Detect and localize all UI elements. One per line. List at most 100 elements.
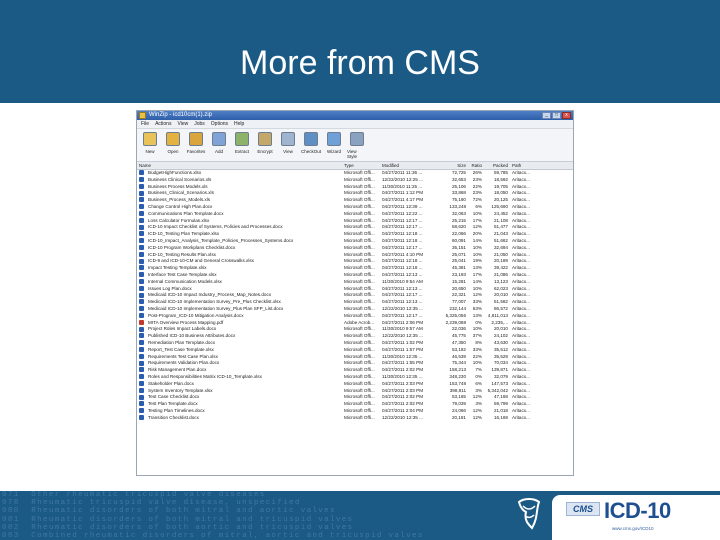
column-type[interactable]: Type — [342, 162, 380, 169]
table-row[interactable]: Risk Management Plan.docx Microsoft Offi.… — [137, 367, 573, 374]
file-type-cell: Microsoft Offi... — [344, 231, 375, 237]
file-size-cell: 45,775 — [451, 333, 466, 339]
file-ratio-cell: 72% — [472, 197, 482, 203]
minimize-button[interactable]: _ — [542, 112, 551, 119]
file-icon — [139, 326, 144, 332]
column-name[interactable]: Name — [137, 162, 342, 169]
table-row[interactable]: ICD-9 and ICD-10-CM and General Crosswal… — [137, 258, 573, 265]
table-row[interactable]: Communications Plan Template.docx Microso… — [137, 211, 573, 218]
table-row[interactable]: Roles and Responsibilities Matrix ICD-10… — [137, 374, 573, 381]
table-row[interactable]: Business Clinical Scenarios.xls Microsoft… — [137, 177, 573, 184]
file-path-cell: Aritacx... — [512, 326, 530, 332]
table-row[interactable]: MITA Overview Process Mapping.pdf Adobe A… — [137, 320, 573, 327]
icd-code-line: 081 Rheumatic disorders of both mitral a… — [2, 515, 354, 524]
file-packed-cell: 20,125 — [493, 197, 508, 203]
table-row[interactable]: Testing Plan Timelines.docx Microsoft Off… — [137, 408, 573, 415]
toolbar-favorites-button[interactable]: Favorites — [186, 131, 206, 159]
file-size-cell: 32,653 — [451, 176, 466, 182]
file-name: Risk Management Plan.docx — [148, 367, 207, 373]
menu-options[interactable]: Options — [211, 120, 228, 128]
toolbar-new-archive-button[interactable]: New — [140, 131, 160, 159]
file-name: Testing Plan Timelines.docx — [148, 407, 205, 413]
table-row[interactable]: Post-Program_ICD-10 Mitigation Analysis.… — [137, 313, 573, 320]
toolbar-add-button[interactable]: Add — [209, 131, 229, 159]
menu-actions[interactable]: Actions — [155, 120, 171, 128]
table-row[interactable]: Stakeholder Plan.docx Microsoft Offi... 04… — [137, 381, 573, 388]
table-row[interactable]: Medicaid ICD-10 Implementation Survey_Pl… — [137, 306, 573, 313]
file-name: Medicaid ICD-10 Implementation Survey_Pr… — [148, 299, 281, 305]
file-name: System Inventory Template.xlsx — [148, 387, 213, 393]
file-ratio-cell: 12% — [472, 394, 482, 400]
table-row[interactable]: Remediation Plan Template.docx Microsoft … — [137, 340, 573, 347]
file-packed-cell: 62,023 — [493, 285, 508, 291]
table-row[interactable]: Business_Process_Models.xls Microsoft Off… — [137, 197, 573, 204]
menu-view[interactable]: View — [177, 120, 188, 128]
file-name: Interface Test Case Template.xlsx — [148, 271, 217, 277]
hhs-seal-icon — [517, 498, 541, 530]
file-name-cell: Issues Log Plan.docx — [137, 286, 342, 293]
toolbar-view-style-button[interactable]: View Style — [347, 131, 367, 159]
file-name-cell: Test Case Checklist.docx — [137, 394, 342, 401]
toolbar-open-folder-button[interactable]: Open — [163, 131, 183, 159]
table-row[interactable]: Business_Clinical_Scenarios.xls Microsoft… — [137, 190, 573, 197]
toolbar-button-label: Favorites — [186, 149, 206, 154]
table-row[interactable]: ICD-10 Program Workplans Checklist.docx M… — [137, 245, 573, 252]
close-button[interactable]: x — [562, 112, 571, 119]
file-packed-cell: 21,018 — [493, 407, 508, 413]
file-path-cell: Aritacx... — [512, 203, 530, 209]
file-name-cell: MITA Overview Process Mapping.pdf — [137, 320, 342, 327]
file-modified-cell: 12/22/2010 12:35 ... — [382, 414, 423, 420]
maximize-button[interactable]: □ — [552, 112, 561, 119]
file-size-cell: 153,748 — [449, 380, 466, 386]
table-row[interactable]: Requirements Test Case Plan.xlsx Microsof… — [137, 354, 573, 361]
table-row[interactable]: Change Control High Plan.docx Microsoft O… — [137, 204, 573, 211]
table-row[interactable]: Test Case Checklist.docx Microsoft Offi..… — [137, 394, 573, 401]
file-ratio-cell: 8% — [475, 339, 482, 345]
table-row[interactable]: ICD-10_Testing Plan Template.xlsx Microso… — [137, 231, 573, 238]
column-ratio[interactable]: Ratio — [468, 162, 484, 169]
column-modified[interactable]: Modified — [380, 162, 440, 169]
file-icon — [139, 394, 144, 400]
table-row[interactable]: Issues Log Plan.docx Microsoft Offi... 04/… — [137, 286, 573, 293]
column-path[interactable]: Path — [510, 162, 550, 169]
column-size[interactable]: Size — [440, 162, 468, 169]
toolbar-wizard-button[interactable]: Wizard — [324, 131, 344, 159]
file-ratio-cell: 23% — [472, 190, 482, 196]
file-size-cell: 32,063 — [451, 210, 466, 216]
table-row[interactable]: ICD-10 Impact Checklist of Systems, Poli… — [137, 224, 573, 231]
file-packed-cell: 24,452 — [493, 210, 508, 216]
table-row[interactable]: Internal Communication Models.xlsx Micros… — [137, 279, 573, 286]
table-row[interactable]: Test Plan Template.docx Microsoft Offi...… — [137, 401, 573, 408]
table-row[interactable]: Requirements Validation Plan.docx Microso… — [137, 360, 573, 367]
table-row[interactable]: Published ICD-10 Business Attributes.doc… — [137, 333, 573, 340]
table-row[interactable]: Report_Test Case Template.xlsx Microsoft … — [137, 347, 573, 354]
table-row[interactable]: Business Process Models.xls Microsoft Off… — [137, 184, 573, 191]
menu-jobs[interactable]: Jobs — [194, 120, 205, 128]
file-size-cell: 47,350 — [451, 339, 466, 345]
file-name: Change Control High Plan.docx — [148, 203, 213, 209]
file-name-cell: Impact Testing Template.xlsx — [137, 265, 342, 272]
table-row[interactable]: ICD-10_Impact_Analysis_Template_Policies… — [137, 238, 573, 245]
file-ratio-cell: 6% — [475, 203, 482, 209]
table-row[interactable]: ICD-10_Testing Results Plan.xlsx Microsof… — [137, 252, 573, 259]
toolbar-view-button[interactable]: View — [278, 131, 298, 159]
file-icon — [139, 197, 144, 203]
table-row[interactable]: Loss Calculator Formulas.xlsx Microsoft O… — [137, 218, 573, 225]
menu-file[interactable]: File — [141, 120, 149, 128]
toolbar-checkout-button[interactable]: CheckOut — [301, 131, 321, 159]
table-row[interactable]: Project Roles Impact Labels.docx Microsof… — [137, 326, 573, 333]
table-row[interactable]: Interface Test Case Template.xlsx Microso… — [137, 272, 573, 279]
table-row[interactable]: Transition Checklist.docx Microsoft Offi.… — [137, 415, 573, 422]
table-row[interactable]: Medicaid ICD-10 Implementation Survey_Pr… — [137, 299, 573, 306]
table-row[interactable]: BudgetHighFunctions.xlsx Microsoft Offi..… — [137, 170, 573, 177]
table-row[interactable]: Impact Testing Template.xlsx Microsoft Of… — [137, 265, 573, 272]
toolbar-extract-button[interactable]: Extract — [232, 131, 252, 159]
column-packed[interactable]: Packed — [484, 162, 510, 169]
table-row[interactable]: System Inventory Template.xlsx Microsoft … — [137, 388, 573, 395]
toolbar-encrypt-button[interactable]: Encrypt — [255, 131, 275, 159]
table-row[interactable]: Medicaid ICD-10 Impact Industry_Process_… — [137, 292, 573, 299]
file-name-cell: Risk Management Plan.docx — [137, 367, 342, 374]
file-size-cell: 75,160 — [451, 197, 466, 203]
file-packed-cell: 35,512 — [493, 346, 508, 352]
menu-help[interactable]: Help — [234, 120, 244, 128]
